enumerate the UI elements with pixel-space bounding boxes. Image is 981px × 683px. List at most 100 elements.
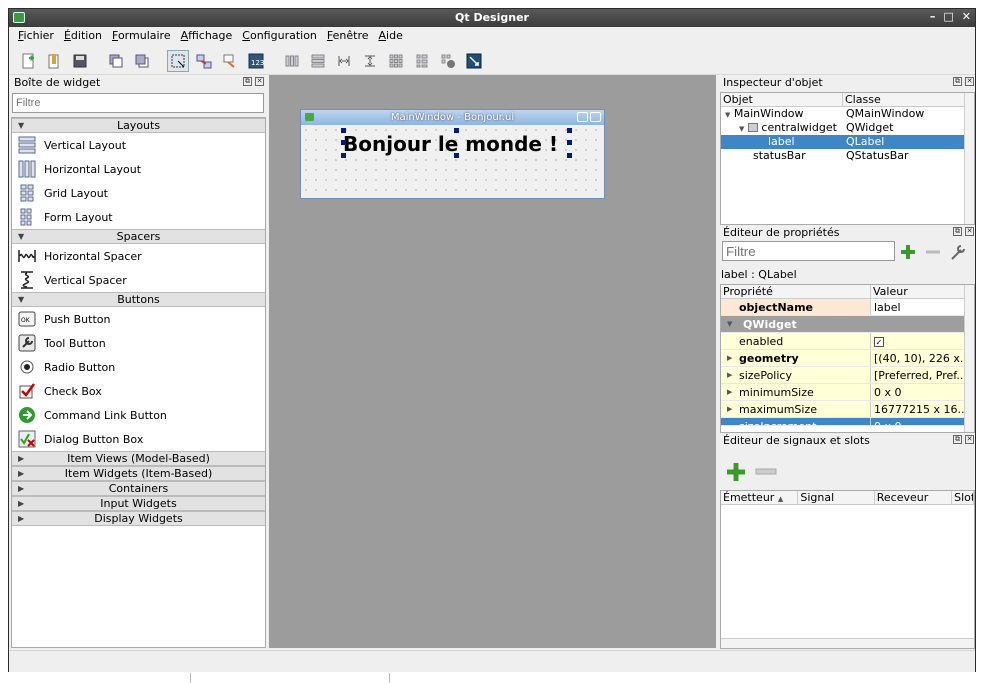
maximize-button[interactable]: □: [943, 10, 953, 23]
col-class[interactable]: Classe: [843, 93, 965, 106]
tree-row[interactable]: ▼ MainWindow QMainWindow: [721, 107, 974, 121]
dock-close-icon[interactable]: ✕: [965, 435, 974, 444]
widget-tool-button[interactable]: Tool Button: [12, 331, 265, 355]
layout-h-splitter-icon[interactable]: [333, 50, 355, 72]
menu-edition[interactable]: Édition: [59, 27, 107, 47]
property-group-qwidget[interactable]: ▼ QWidget: [721, 316, 974, 333]
widget-filter-input[interactable]: [12, 93, 264, 113]
remove-property-icon[interactable]: [924, 243, 942, 264]
tree-row[interactable]: ▼ centralwidget QWidget: [721, 121, 974, 135]
layout-vertical-icon[interactable]: [307, 50, 329, 72]
form-close-button[interactable]: [590, 112, 601, 122]
category-display-widgets[interactable]: ▶ Display Widgets: [12, 511, 265, 526]
float-icon[interactable]: ⧉: [953, 435, 962, 444]
remove-connection-icon[interactable]: [755, 465, 777, 482]
adjust-size-icon[interactable]: [463, 50, 485, 72]
form-window[interactable]: MainWindow - Bonjour.ui Bonjour le monde…: [300, 109, 605, 199]
edit-signals-slots-icon[interactable]: [193, 50, 215, 72]
horizontal-scrollbar[interactable]: [721, 638, 974, 648]
widget-form-layout[interactable]: Form Layout: [12, 205, 265, 229]
layout-grid-icon[interactable]: [385, 50, 407, 72]
col-object[interactable]: Objet: [721, 93, 843, 106]
category-input-widgets[interactable]: ▶ Input Widgets: [12, 496, 265, 511]
resize-handle[interactable]: [341, 140, 346, 145]
resize-handle[interactable]: [567, 128, 572, 133]
vertical-scrollbar[interactable]: [964, 93, 974, 224]
widget-radio-button[interactable]: Radio Button: [12, 355, 265, 379]
widget-horizontal-layout[interactable]: Horizontal Layout: [12, 157, 265, 181]
open-form-icon[interactable]: [43, 50, 65, 72]
form-title-bar[interactable]: MainWindow - Bonjour.ui: [301, 110, 604, 125]
col-receiver[interactable]: Receveur: [875, 491, 953, 504]
new-form-icon[interactable]: [17, 50, 39, 72]
bring-front-icon[interactable]: [131, 50, 153, 72]
col-signal[interactable]: Signal: [798, 491, 875, 504]
category-item-widgets[interactable]: ▶ Item Widgets (Item-Based): [12, 466, 265, 481]
dock-close-icon[interactable]: ✕: [255, 77, 264, 86]
col-value[interactable]: Valeur: [871, 285, 966, 298]
menu-configuration[interactable]: Configuration: [237, 27, 322, 47]
resize-handle[interactable]: [454, 128, 459, 133]
edit-tab-order-icon[interactable]: 123: [245, 50, 267, 72]
property-row-enabled[interactable]: enabled ✓: [721, 333, 974, 350]
menu-formulaire[interactable]: Formulaire: [107, 27, 176, 47]
add-property-icon[interactable]: [899, 243, 917, 264]
layout-horizontal-icon[interactable]: [281, 50, 303, 72]
menu-aide[interactable]: Aide: [374, 27, 408, 47]
edit-buddies-icon[interactable]: [219, 50, 241, 72]
tree-row[interactable]: statusBar QStatusBar: [721, 149, 974, 163]
vertical-scrollbar[interactable]: [964, 285, 974, 432]
tree-row-selected[interactable]: label QLabel: [721, 135, 974, 149]
property-row-sizeincrement[interactable]: sizeIncrement0 x 0: [721, 418, 974, 426]
resize-handle[interactable]: [567, 153, 572, 158]
property-row-objectname[interactable]: objectName label: [721, 299, 974, 316]
category-spacers[interactable]: ▼ Spacers: [12, 229, 265, 244]
property-filter-input[interactable]: [722, 241, 895, 261]
send-back-icon[interactable]: [105, 50, 127, 72]
float-icon[interactable]: ⧉: [243, 77, 252, 86]
layout-v-splitter-icon[interactable]: [359, 50, 381, 72]
widget-vertical-layout[interactable]: Vertical Layout: [12, 133, 265, 157]
category-item-views[interactable]: ▶ Item Views (Model-Based): [12, 451, 265, 466]
minimize-button[interactable]: –: [930, 10, 936, 23]
widget-dialog-button-box[interactable]: Dialog Button Box: [12, 427, 265, 451]
menu-affichage[interactable]: Affichage: [176, 27, 238, 47]
property-row-sizepolicy[interactable]: ▶ sizePolicy [Preferred, Pref...: [721, 367, 974, 384]
col-emitter[interactable]: Émetteur ▲: [721, 491, 799, 504]
float-icon[interactable]: ⧉: [953, 227, 962, 236]
widget-command-link-button[interactable]: Command Link Button: [12, 403, 265, 427]
title-bar[interactable]: Qt Designer – □ ✕: [9, 9, 975, 27]
resize-handle[interactable]: [341, 128, 346, 133]
form-canvas[interactable]: Bonjour le monde !: [301, 125, 604, 198]
widget-vertical-spacer[interactable]: Vertical Spacer: [12, 268, 265, 292]
resize-handle[interactable]: [567, 140, 572, 145]
enabled-checkbox[interactable]: ✓: [874, 337, 884, 347]
property-row-geometry[interactable]: ▶ geometry [(40, 10), 226 x...: [721, 350, 974, 367]
category-buttons[interactable]: ▼ Buttons: [12, 292, 265, 307]
menu-fenetre[interactable]: Fenêtre: [322, 27, 374, 47]
col-property[interactable]: Propriété: [721, 285, 871, 298]
break-layout-icon[interactable]: [437, 50, 459, 72]
dock-close-icon[interactable]: ✕: [965, 227, 974, 236]
dock-close-icon[interactable]: ✕: [965, 77, 974, 86]
add-connection-icon[interactable]: [725, 461, 747, 486]
col-slot[interactable]: Slot: [952, 491, 974, 504]
configure-icon[interactable]: [949, 243, 967, 264]
widget-horizontal-spacer[interactable]: Horizontal Spacer: [12, 244, 265, 268]
form-maximize-button[interactable]: [577, 112, 588, 122]
resize-handle[interactable]: [454, 153, 459, 158]
layout-form-icon[interactable]: [411, 50, 433, 72]
property-row-minimumsize[interactable]: ▶ minimumSize 0 x 0: [721, 384, 974, 401]
form-editor-area[interactable]: MainWindow - Bonjour.ui Bonjour le monde…: [269, 75, 716, 648]
category-layouts[interactable]: ▼ Layouts: [12, 118, 265, 133]
float-icon[interactable]: ⧉: [953, 77, 962, 86]
close-button[interactable]: ✕: [962, 10, 971, 23]
property-row-maximumsize[interactable]: ▶ maximumSize 16777215 x 16...: [721, 401, 974, 418]
category-containers[interactable]: ▶ Containers: [12, 481, 265, 496]
widget-grid-layout[interactable]: Grid Layout: [12, 181, 265, 205]
resize-handle[interactable]: [341, 153, 346, 158]
widget-push-button[interactable]: OK Push Button: [12, 307, 265, 331]
save-form-icon[interactable]: [69, 50, 91, 72]
widget-check-box[interactable]: Check Box: [12, 379, 265, 403]
menu-fichier[interactable]: Fichier: [13, 27, 59, 47]
